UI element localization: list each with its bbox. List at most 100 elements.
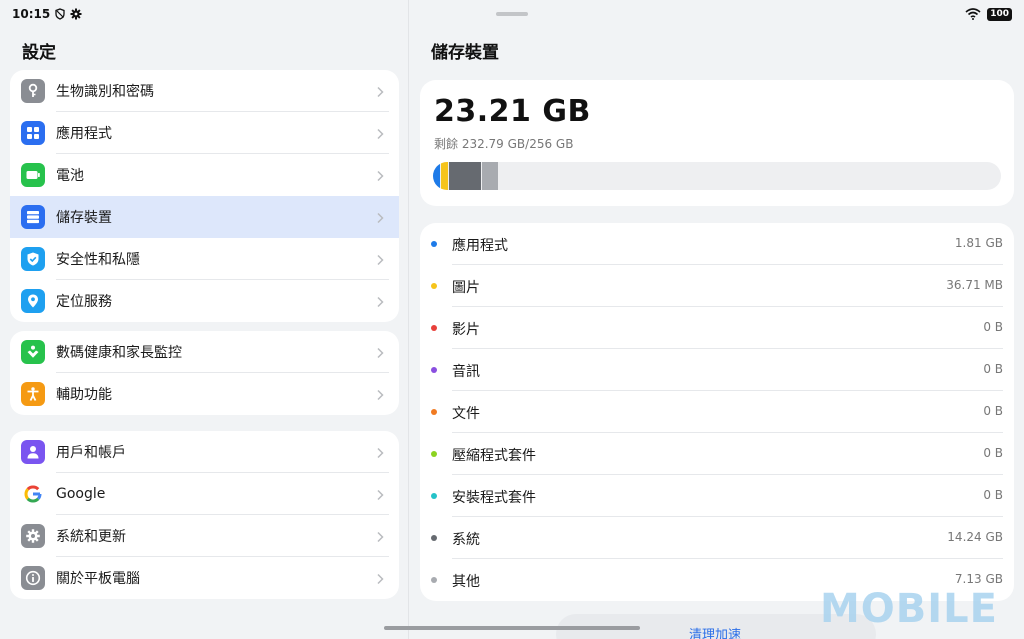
storage-usage-bar — [433, 162, 1001, 190]
shield-icon — [21, 247, 45, 271]
category-color-dot — [431, 535, 437, 541]
google-icon — [21, 482, 45, 506]
category-color-dot — [431, 451, 437, 457]
category-name: 文件 — [452, 406, 480, 422]
settings-item-label: 數碼健康和家長監控 — [56, 345, 182, 361]
chevron-right-icon — [373, 294, 387, 308]
shield-status-icon — [55, 8, 65, 20]
settings-group-1: 生物識別和密碼 應用程式電池儲存裝置安全性和私隱定位服務 — [10, 70, 399, 322]
category-name: 音訊 — [452, 364, 480, 380]
settings-item-label: Google — [56, 486, 106, 502]
chevron-right-icon — [373, 487, 387, 501]
category-name: 壓縮程式套件 — [452, 448, 536, 464]
settings-item-key[interactable]: 生物識別和密碼 — [10, 70, 399, 112]
settings-item-label: 安全性和私隱 — [56, 252, 140, 268]
category-color-dot — [431, 241, 437, 247]
battery-indicator: 100 — [987, 7, 1012, 21]
settings-title: 設定 — [22, 43, 56, 63]
settings-item-label: 用戶和帳戶 — [56, 445, 126, 461]
user-icon — [21, 440, 45, 464]
location-pin-icon — [21, 289, 45, 313]
category-name: 圖片 — [452, 280, 480, 296]
category-color-dot — [431, 325, 437, 331]
chevron-right-icon — [373, 571, 387, 585]
usage-bar-segment — [441, 162, 448, 190]
category-size: 14.24 GB — [947, 530, 1003, 544]
category-name: 其他 — [452, 574, 480, 590]
remaining-storage-text: 剩餘 232.79 GB/256 GB — [434, 137, 574, 151]
category-size: 7.13 GB — [954, 572, 1003, 586]
usage-bar-segment — [449, 162, 481, 190]
chevron-right-icon — [373, 126, 387, 140]
gear-icon — [21, 524, 45, 548]
settings-screen: 10:15 設定 生物識別和密碼 應用程式 電池 儲存裝置 安全性和私隱 定位服務 數碼健康… — [0, 0, 1024, 639]
settings-item-label: 關於平板電腦 — [56, 571, 140, 587]
category-size: 1.81 GB — [954, 236, 1003, 250]
status-time: 10:15 — [12, 7, 51, 21]
chevron-right-icon — [373, 445, 387, 459]
storage-category-row[interactable]: 系統 14.24 GB — [420, 517, 1014, 559]
key-icon — [21, 79, 45, 103]
category-color-dot — [431, 283, 437, 289]
category-name: 應用程式 — [452, 238, 508, 254]
usage-bar-segment — [482, 162, 498, 190]
watermark-logo: MOBILE — [820, 586, 998, 632]
settings-item-label: 電池 — [56, 168, 84, 184]
settings-item-accessibility[interactable]: 輔助功能 — [10, 373, 399, 415]
apps-grid-icon — [21, 121, 45, 145]
storage-category-row[interactable]: 壓縮程式套件 0 B — [420, 433, 1014, 475]
chevron-right-icon — [373, 252, 387, 266]
usage-bar-segment — [433, 162, 440, 190]
clean-up-button[interactable]: 清理加速 — [689, 624, 741, 639]
settings-item-info[interactable]: 關於平板電腦 — [10, 557, 399, 599]
settings-item-google[interactable]: Google — [10, 473, 399, 515]
category-size: 36.71 MB — [946, 278, 1003, 292]
storage-category-row[interactable]: 安裝程式套件 0 B — [420, 475, 1014, 517]
settings-item-gear[interactable]: 系統和更新 — [10, 515, 399, 557]
category-color-dot — [431, 493, 437, 499]
settings-item-digital-wellbeing[interactable]: 數碼健康和家長監控 — [10, 331, 399, 373]
settings-item-user[interactable]: 用戶和帳戶 — [10, 431, 399, 473]
storage-category-row[interactable]: 應用程式 1.81 GB — [420, 223, 1014, 265]
category-size: 0 B — [983, 488, 1003, 502]
settings-list-pane: 10:15 設定 生物識別和密碼 應用程式電池儲存裝置安全性和私隱定位服務數碼健康… — [0, 0, 409, 639]
accessibility-icon — [21, 382, 45, 406]
category-name: 安裝程式套件 — [452, 490, 536, 506]
chevron-right-icon — [373, 84, 387, 98]
storage-category-row[interactable]: 音訊 0 B — [420, 349, 1014, 391]
drag-handle[interactable] — [496, 12, 528, 16]
settings-item-label: 生物識別和密碼 — [56, 84, 154, 100]
storage-title: 儲存裝置 — [431, 43, 499, 63]
storage-category-row[interactable]: 影片 0 B — [420, 307, 1014, 349]
chevron-right-icon — [373, 345, 387, 359]
settings-item-location-pin[interactable]: 定位服務 — [10, 280, 399, 322]
chevron-right-icon — [373, 168, 387, 182]
battery-icon — [21, 163, 45, 187]
settings-item-label: 應用程式 — [56, 126, 112, 142]
settings-item-shield[interactable]: 安全性和私隱 — [10, 238, 399, 280]
status-bar-left: 10:15 — [12, 6, 82, 22]
settings-group-3: 用戶和帳戶 Google 系統和更新關於平板電腦 — [10, 431, 399, 599]
settings-group-2: 數碼健康和家長監控 輔助功能 — [10, 331, 399, 415]
settings-item-apps-grid[interactable]: 應用程式 — [10, 112, 399, 154]
chevron-right-icon — [373, 529, 387, 543]
category-color-dot — [431, 577, 437, 583]
gesture-navigation-bar[interactable] — [384, 626, 640, 630]
category-color-dot — [431, 409, 437, 415]
storage-detail-pane: 100 儲存裝置 23.21 GB 剩餘 232.79 GB/256 GB 應用… — [410, 0, 1024, 639]
storage-category-row[interactable]: 圖片 36.71 MB — [420, 265, 1014, 307]
storage-summary-card: 23.21 GB 剩餘 232.79 GB/256 GB — [420, 80, 1014, 206]
settings-item-label: 系統和更新 — [56, 529, 126, 545]
category-size: 0 B — [983, 362, 1003, 376]
digital-wellbeing-icon — [21, 340, 45, 364]
storage-category-row[interactable]: 文件 0 B — [420, 391, 1014, 433]
wifi-icon — [965, 8, 981, 20]
category-size: 0 B — [983, 404, 1003, 418]
storage-icon — [21, 205, 45, 229]
settings-item-storage[interactable]: 儲存裝置 — [10, 196, 399, 238]
category-name: 系統 — [452, 532, 480, 548]
settings-item-label: 輔助功能 — [56, 387, 112, 403]
chevron-right-icon — [373, 387, 387, 401]
settings-item-battery[interactable]: 電池 — [10, 154, 399, 196]
category-name: 影片 — [452, 322, 480, 338]
